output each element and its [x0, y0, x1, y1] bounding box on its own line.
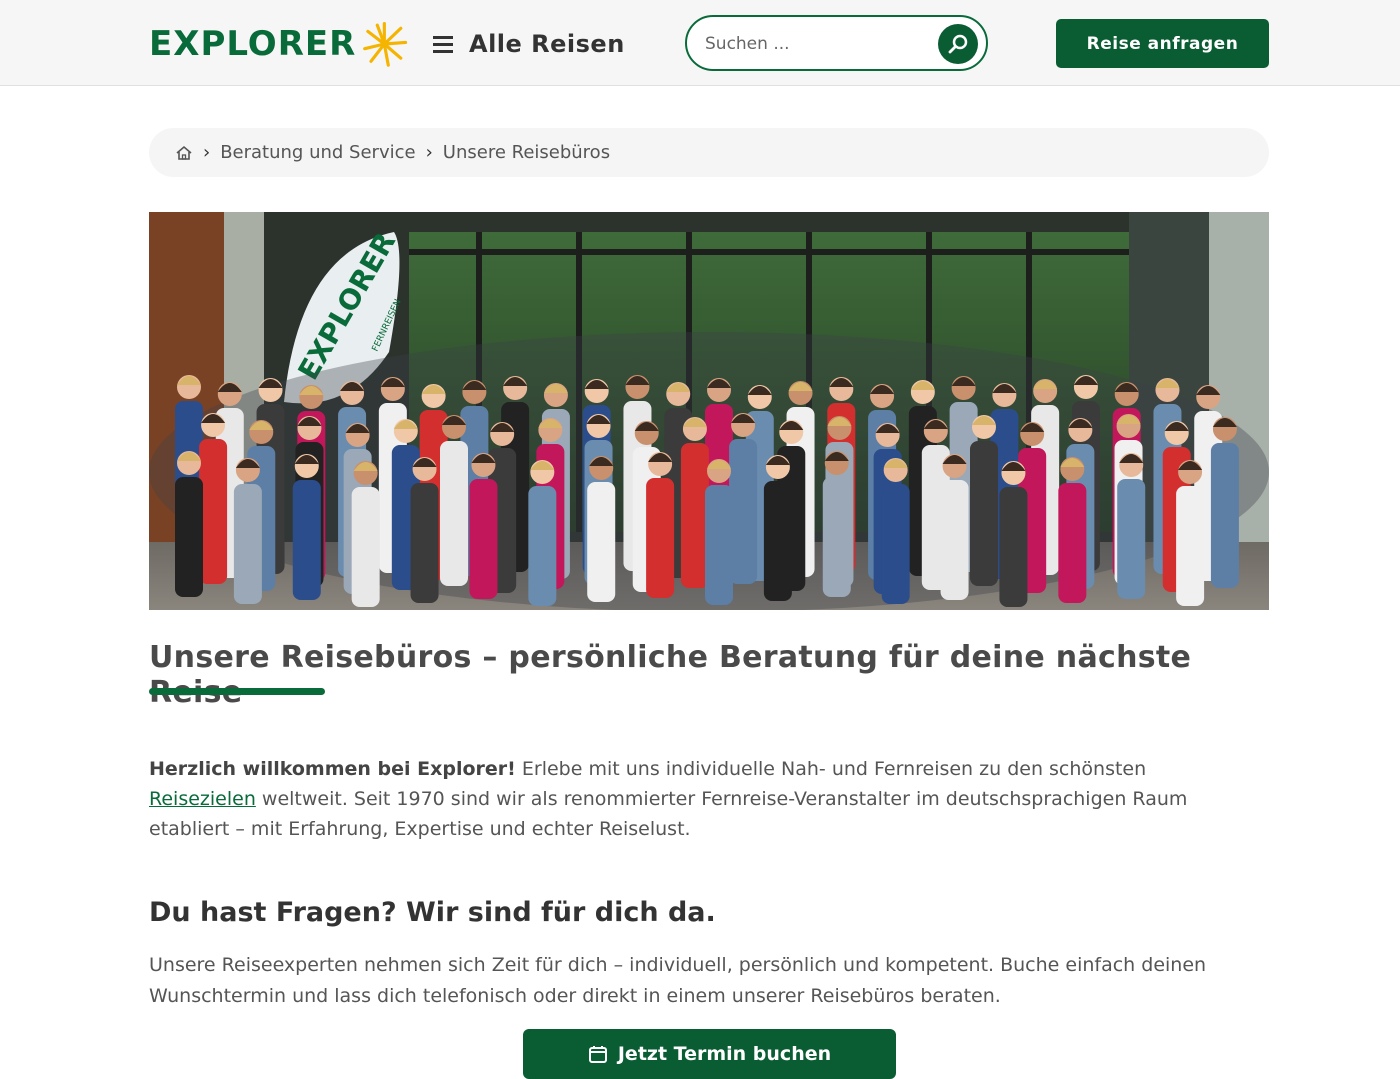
search-box [685, 15, 988, 71]
explorer-logo[interactable]: EXPLORER [149, 14, 409, 74]
chevron-right-icon: › [425, 142, 433, 163]
breadcrumb-item-travel-agencies[interactable]: Unsere Reisebüros [443, 142, 610, 163]
section-heading: Du hast Fragen? Wir sind für dich da. [149, 897, 716, 928]
section-paragraph: Unsere Reiseexperten nehmen sich Zeit fü… [149, 954, 1207, 1007]
book-appointment-label: Jetzt Termin buchen [617, 1043, 832, 1065]
intro-text-2: weltweit. Seit 1970 sind wir als renommi… [149, 788, 1188, 840]
intro-text-1: Erlebe mit uns individuelle Nah- und Fer… [515, 758, 1147, 780]
search-button[interactable] [938, 24, 978, 64]
logo-text: EXPLORER [149, 24, 357, 64]
destinations-link[interactable]: Reisezielen [149, 788, 256, 810]
search-input[interactable] [705, 30, 925, 58]
menu-label: Alle Reisen [469, 30, 625, 58]
site-header: EXPLORER Alle Reisen Suchen ... Reise an… [0, 0, 1400, 86]
hero-image-team-photo: EXPLORER FERNREISEN [149, 212, 1269, 610]
intro-bold: Herzlich willkommen bei Explorer! [149, 758, 516, 780]
hamburger-icon[interactable] [433, 35, 455, 53]
page-title: Unsere Reisebüros – persönliche Beratung… [149, 640, 1192, 710]
request-trip-button[interactable]: Reise anfragen [1056, 19, 1269, 68]
breadcrumb: › Beratung und Service › Unsere Reisebür… [149, 128, 1269, 177]
book-appointment-button[interactable]: Jetzt Termin buchen [523, 1029, 896, 1079]
sun-logo-icon [363, 22, 408, 67]
search-icon [948, 34, 968, 54]
calendar-icon [588, 1046, 607, 1063]
breadcrumb-item-service[interactable]: Beratung und Service [220, 142, 415, 163]
home-icon[interactable] [175, 144, 193, 162]
intro-paragraph: Herzlich willkommen bei Explorer! Erlebe… [149, 754, 1239, 844]
all-trips-menu[interactable]: Alle Reisen [433, 24, 625, 64]
chevron-right-icon: › [203, 142, 211, 163]
title-underline [149, 688, 325, 695]
